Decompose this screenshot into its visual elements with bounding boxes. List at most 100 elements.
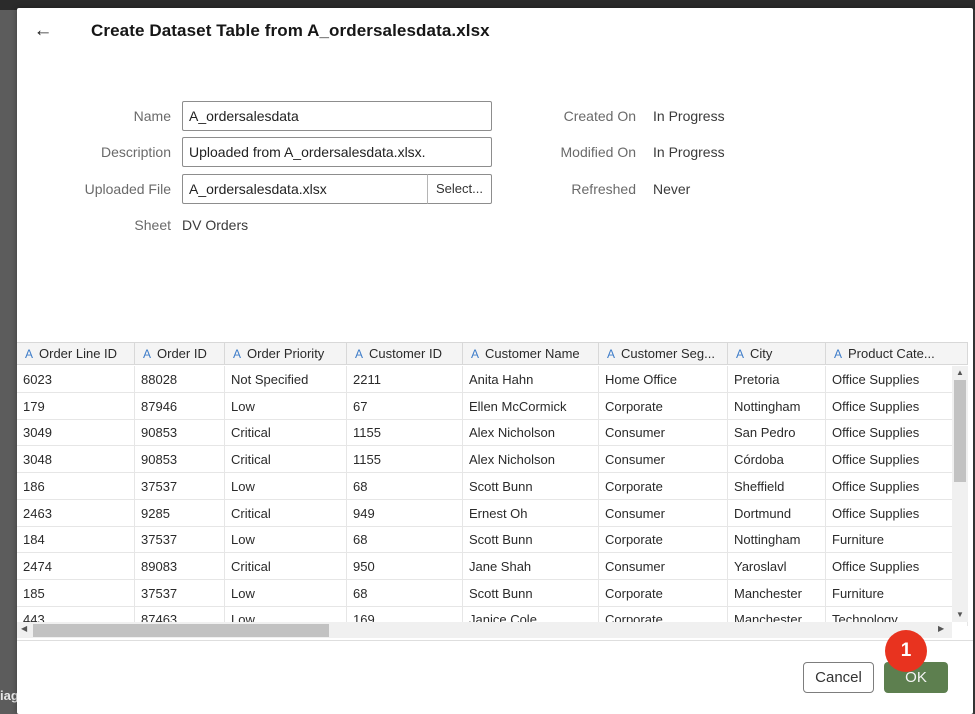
table-cell: Corporate [599, 392, 728, 420]
table-cell: 186 [17, 472, 135, 500]
name-input[interactable]: A_ordersalesdata [182, 101, 492, 131]
table-cell: 68 [347, 526, 463, 554]
attribute-icon: A [834, 347, 843, 361]
table-cell: 950 [347, 552, 463, 580]
back-arrow-icon[interactable]: ← [33, 21, 53, 41]
table-cell: Consumer [599, 446, 728, 474]
vertical-scrollbar[interactable]: ▲ ▼ [952, 366, 968, 622]
table-cell: Low [225, 579, 347, 607]
table-cell: Jane Shah [463, 552, 599, 580]
background-text: iag [0, 688, 19, 703]
table-cell: Furniture [826, 526, 968, 554]
description-input[interactable]: Uploaded from A_ordersalesdata.xlsx. [182, 137, 492, 167]
horizontal-scrollbar[interactable]: ◀ ▶ [17, 622, 952, 638]
table-cell: Alex Nicholson [463, 419, 599, 447]
table-cell: Low [225, 392, 347, 420]
description-label: Description [100, 144, 171, 160]
table-cell: Office Supplies [826, 419, 968, 447]
table-row[interactable]: 3048 90853 Critical 1155 Alex Nicholson Consu… [17, 446, 968, 474]
column-header-label: Order ID [157, 346, 207, 361]
column-header-label: Order Priority [247, 346, 325, 361]
table-cell: 1155 [347, 419, 463, 447]
column-header[interactable]: A Product Cate... [826, 343, 968, 365]
table-row[interactable]: 2474 89083 Critical 950 Jane Shah Consumer Yar… [17, 552, 968, 580]
table-cell: Low [225, 472, 347, 500]
column-header-label: City [750, 346, 773, 361]
table-cell: Pretoria [728, 366, 826, 393]
table-cell: Corporate [599, 472, 728, 500]
table-cell: Ellen McCormick [463, 392, 599, 420]
column-header[interactable]: A Customer Name [463, 343, 599, 365]
sheet-label: Sheet [134, 217, 171, 233]
column-header-label: Product Cate... [848, 346, 935, 361]
table-row[interactable]: 184 37537 Low 68 Scott Bunn Corporate Nottingh… [17, 526, 968, 554]
table-cell: Furniture [826, 579, 968, 607]
table-cell: Corporate [599, 526, 728, 554]
table-cell: Scott Bunn [463, 579, 599, 607]
table-row[interactable]: 186 37537 Low 68 Scott Bunn Corporate Sheffiel… [17, 472, 968, 500]
created-on-value: In Progress [653, 108, 725, 124]
data-preview-grid: A Order Line ID A Order ID A Order Priority A C… [17, 342, 968, 626]
table-cell: Nottingham [728, 392, 826, 420]
attribute-icon: A [736, 347, 745, 361]
table-cell: 67 [347, 392, 463, 420]
table-cell: Scott Bunn [463, 472, 599, 500]
table-row[interactable]: 185 37537 Low 68 Scott Bunn Corporate Manchest… [17, 579, 968, 607]
table-cell: Consumer [599, 552, 728, 580]
table-cell: 6023 [17, 366, 135, 393]
table-cell: Corporate [599, 579, 728, 607]
table-cell: Yaroslavl [728, 552, 826, 580]
column-header-label: Order Line ID [39, 346, 118, 361]
table-cell: Manchester [728, 579, 826, 607]
table-cell: Office Supplies [826, 472, 968, 500]
scroll-down-icon[interactable]: ▼ [956, 610, 964, 619]
name-label: Name [133, 108, 171, 124]
table-cell: San Pedro [728, 419, 826, 447]
table-row[interactable]: 3049 90853 Critical 1155 Alex Nicholson Consu… [17, 419, 968, 447]
table-cell: 2474 [17, 552, 135, 580]
table-cell: 68 [347, 472, 463, 500]
table-cell: 2463 [17, 499, 135, 527]
attribute-icon: A [143, 347, 152, 361]
table-row[interactable]: 6023 88028 Not Specified 2211 Anita Hahn Home… [17, 366, 968, 393]
table-cell: Critical [225, 499, 347, 527]
table-cell: Home Office [599, 366, 728, 393]
scroll-up-icon[interactable]: ▲ [956, 368, 964, 377]
scroll-right-icon[interactable]: ▶ [938, 624, 944, 633]
table-cell: Office Supplies [826, 392, 968, 420]
select-file-button[interactable]: Select... [427, 174, 492, 204]
table-cell: 185 [17, 579, 135, 607]
column-header-label: Customer ID [369, 346, 442, 361]
refreshed-label: Refreshed [571, 181, 636, 197]
table-cell: Office Supplies [826, 499, 968, 527]
table-cell: Consumer [599, 499, 728, 527]
vertical-scroll-thumb[interactable] [954, 380, 966, 482]
table-row[interactable]: 179 87946 Low 67 Ellen McCormick Corporate Not… [17, 392, 968, 420]
uploaded-file-label: Uploaded File [84, 181, 171, 197]
table-cell: Ernest Oh [463, 499, 599, 527]
table-cell: Córdoba [728, 446, 826, 474]
cancel-button[interactable]: Cancel [803, 662, 874, 693]
created-on-label: Created On [563, 108, 636, 124]
table-cell: 37537 [135, 472, 225, 500]
table-cell: 2211 [347, 366, 463, 393]
attribute-icon: A [25, 347, 34, 361]
step-badge: 1 [885, 630, 927, 672]
attribute-icon: A [355, 347, 364, 361]
table-row[interactable]: 2463 9285 Critical 949 Ernest Oh Consumer Dort… [17, 499, 968, 527]
modified-on-label: Modified On [560, 144, 636, 160]
column-header[interactable]: A Order ID [135, 343, 225, 365]
column-header[interactable]: A Order Line ID [17, 343, 135, 365]
column-header[interactable]: A City [728, 343, 826, 365]
table-cell: Dortmund [728, 499, 826, 527]
column-header[interactable]: A Order Priority [225, 343, 347, 365]
uploaded-file-field[interactable]: A_ordersalesdata.xlsx [182, 174, 428, 204]
scroll-left-icon[interactable]: ◀ [21, 624, 27, 633]
table-cell: Office Supplies [826, 366, 968, 393]
table-cell: Scott Bunn [463, 526, 599, 554]
column-header[interactable]: A Customer ID [347, 343, 463, 365]
refreshed-value: Never [653, 181, 691, 197]
horizontal-scroll-thumb[interactable] [33, 624, 329, 637]
column-header[interactable]: A Customer Seg... [599, 343, 728, 365]
table-cell: Anita Hahn [463, 366, 599, 393]
